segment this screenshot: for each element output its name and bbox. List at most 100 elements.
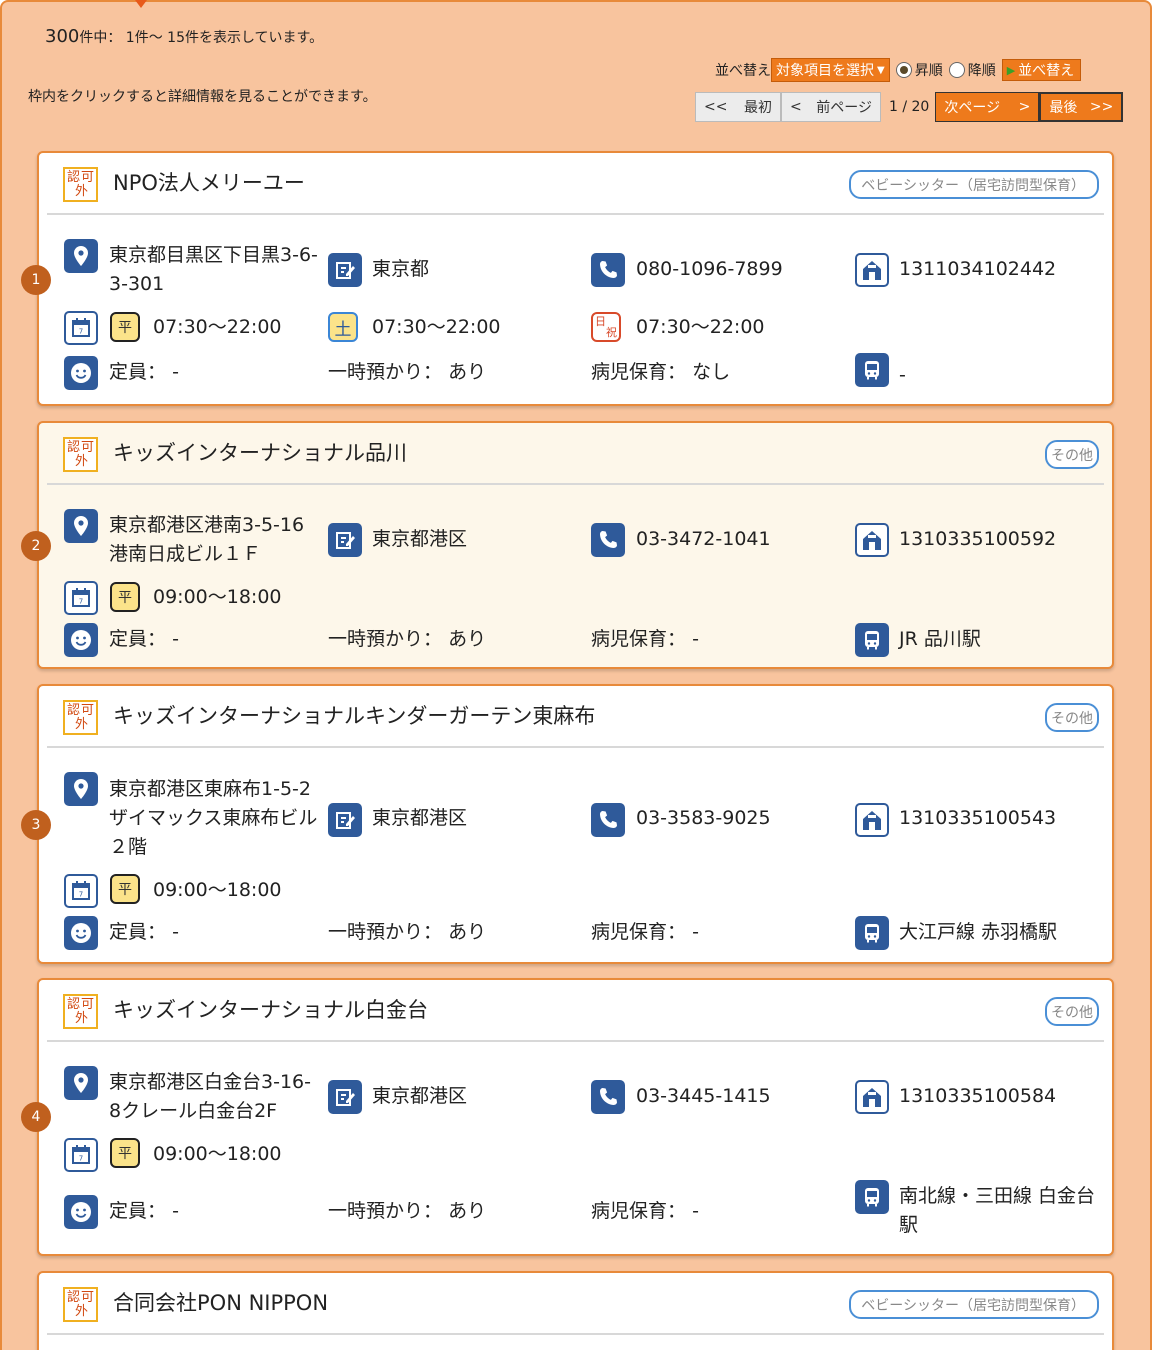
unlicensed-badge: 認可外	[63, 167, 98, 202]
sort-field-select[interactable]: 対象項目を選択 ▼	[771, 58, 890, 82]
calendar-icon: 7	[64, 581, 98, 615]
smiley-icon	[64, 1195, 98, 1229]
bus-icon	[855, 353, 889, 387]
holiday-mark-top: 日	[595, 315, 606, 328]
card-number: 3	[21, 810, 51, 840]
map-pin-icon	[64, 772, 98, 806]
result-count: 300件中： 1件～ 15件を表示しています。	[45, 26, 323, 47]
sick-care-value: なし	[692, 361, 731, 383]
phone-number: 03-3445-1415	[636, 1085, 771, 1107]
sort-desc-radio[interactable]	[948, 62, 965, 78]
card-header: 認可外 キッズインターナショナルキンダーガーテン東麻布 その他	[39, 686, 1112, 748]
prev-page-button[interactable]: < 前ページ	[781, 92, 881, 122]
phone-icon	[591, 523, 625, 557]
badge-char: 外	[75, 1304, 89, 1319]
badge-char: 認	[67, 997, 81, 1012]
nearest-station: 大江戸線 赤羽橋駅	[899, 921, 1058, 943]
sort-label: 並べ替え	[715, 63, 771, 79]
category-tag: ベビーシッター（居宅訪問型保育）	[849, 1290, 1099, 1319]
card-header: 認可外 キッズインターナショナル白金台 その他	[39, 980, 1112, 1042]
temp-care-value: あり	[448, 921, 487, 943]
temp-care-value: あり	[448, 1200, 487, 1222]
next-page-button[interactable]: 次ページ >	[935, 92, 1040, 122]
temp-care: 一時預かり： あり	[328, 625, 486, 654]
svg-text:7: 7	[79, 1155, 83, 1163]
sick-care: 病児保育： -	[591, 1197, 699, 1226]
sick-care-label: 病児保育：	[591, 921, 687, 943]
unlicensed-badge: 認可外	[63, 437, 98, 472]
badge-char: 外	[75, 717, 89, 732]
sick-care: 病児保育： -	[591, 918, 699, 947]
facility-name: キッズインターナショナル品川	[113, 441, 407, 465]
hours-weekday: 09:00～18:00	[153, 879, 282, 901]
capacity-label: 定員：	[109, 921, 167, 943]
sort-asc-label[interactable]: 昇順	[915, 60, 943, 80]
temp-care-label: 一時預かり：	[328, 1200, 443, 1222]
temp-care-label: 一時預かり：	[328, 361, 443, 383]
card-header: 認可外 NPO法人メリーユー ベビーシッター（居宅訪問型保育）	[39, 153, 1112, 215]
unlicensed-badge: 認可外	[63, 994, 98, 1029]
edit-note-icon	[328, 1080, 362, 1114]
facility-card[interactable]: 認可外 キッズインターナショナルキンダーガーテン東麻布 その他 3 東京都港区東…	[21, 684, 1114, 964]
temp-care: 一時預かり： あり	[328, 358, 486, 387]
card-header: 認可外 キッズインターナショナル品川 その他	[39, 423, 1112, 485]
facility-card[interactable]: 認可外 キッズインターナショナル品川 その他 2 東京都港区港南3-5-16 港…	[21, 421, 1114, 669]
nearest-station: 南北線・三田線 白金台駅	[899, 1185, 1096, 1236]
hours-weekday: 09:00～18:00	[153, 586, 282, 608]
capacity-value: -	[172, 921, 179, 943]
saturday-mark: 土	[328, 312, 358, 342]
sort-desc-label[interactable]: 降順	[968, 60, 996, 80]
card-number: 1	[21, 265, 51, 295]
last-page-button[interactable]: 最後 >>	[1039, 92, 1124, 122]
sick-care: 病児保育： -	[591, 625, 699, 654]
weekday-mark: 平	[110, 1138, 140, 1168]
card-divider	[47, 1040, 1104, 1042]
map-pin-icon	[64, 1066, 98, 1100]
registration-house-icon	[855, 1080, 889, 1114]
registration-number: 1311034102442	[899, 258, 1057, 280]
calendar-icon: 7	[64, 874, 98, 908]
address: 東京都港区港南3-5-16 港南日成ビル１Ｆ	[109, 514, 305, 565]
address: 東京都港区東麻布1-5-2 ザイマックス東麻布ビル２階	[109, 778, 318, 858]
capacity-label: 定員：	[109, 361, 167, 383]
first-page-arrow: <<	[704, 99, 728, 115]
edit-note-icon	[328, 253, 362, 287]
temp-care-value: あり	[448, 361, 487, 383]
phone-icon	[591, 1080, 625, 1114]
address: 東京都目黒区下目黒3-6-3-301	[109, 244, 318, 295]
first-page-button[interactable]: << 最初	[695, 92, 781, 122]
nearest-station: -	[899, 364, 906, 386]
temp-care: 一時預かり： あり	[328, 918, 486, 947]
last-page-arrow: >>	[1089, 99, 1114, 115]
capacity-value: -	[172, 1200, 179, 1222]
badge-char: 認	[67, 1290, 81, 1305]
calendar-icon: 7	[64, 1138, 98, 1172]
unlicensed-badge: 認可外	[63, 1287, 98, 1322]
facility-card[interactable]: 認可外 NPO法人メリーユー ベビーシッター（居宅訪問型保育） 1 東京都目黒区…	[21, 151, 1114, 406]
holiday-mark-bottom: 祝	[606, 326, 617, 339]
page-indicator: 1 / 20	[889, 99, 930, 115]
temp-care-label: 一時預かり：	[328, 628, 443, 650]
sick-care-label: 病児保育：	[591, 361, 687, 383]
click-hint: 枠内をクリックすると詳細情報を見ることができます。	[28, 89, 377, 105]
card-number: 4	[21, 1102, 51, 1132]
sort-asc-radio[interactable]	[895, 62, 912, 78]
card-divider	[47, 746, 1104, 748]
phone-number: 03-3472-1041	[636, 528, 771, 550]
sort-button[interactable]: ▶ 並べ替え	[1001, 59, 1082, 81]
category-tag: ベビーシッター（居宅訪問型保育）	[849, 170, 1099, 199]
bus-icon	[855, 623, 889, 657]
registration-number: 1310335100584	[899, 1085, 1057, 1107]
capacity: 定員： -	[109, 1197, 179, 1226]
badge-char: 可	[81, 703, 95, 718]
sick-care: 病児保育： なし	[591, 358, 730, 387]
sick-care-value: -	[692, 921, 699, 943]
card-divider	[47, 213, 1104, 215]
result-count-total: 300	[45, 26, 80, 47]
facility-card[interactable]: 認可外 合同会社PON NIPPON ベビーシッター（居宅訪問型保育）	[37, 1271, 1114, 1350]
prev-page-label: 前ページ	[816, 100, 872, 116]
temp-care-label: 一時預かり：	[328, 921, 443, 943]
facility-card[interactable]: 認可外 キッズインターナショナル白金台 その他 4 東京都港区白金台3-16-8…	[21, 978, 1114, 1256]
registration-house-icon	[855, 803, 889, 837]
hours-weekday: 09:00～18:00	[153, 1143, 282, 1165]
